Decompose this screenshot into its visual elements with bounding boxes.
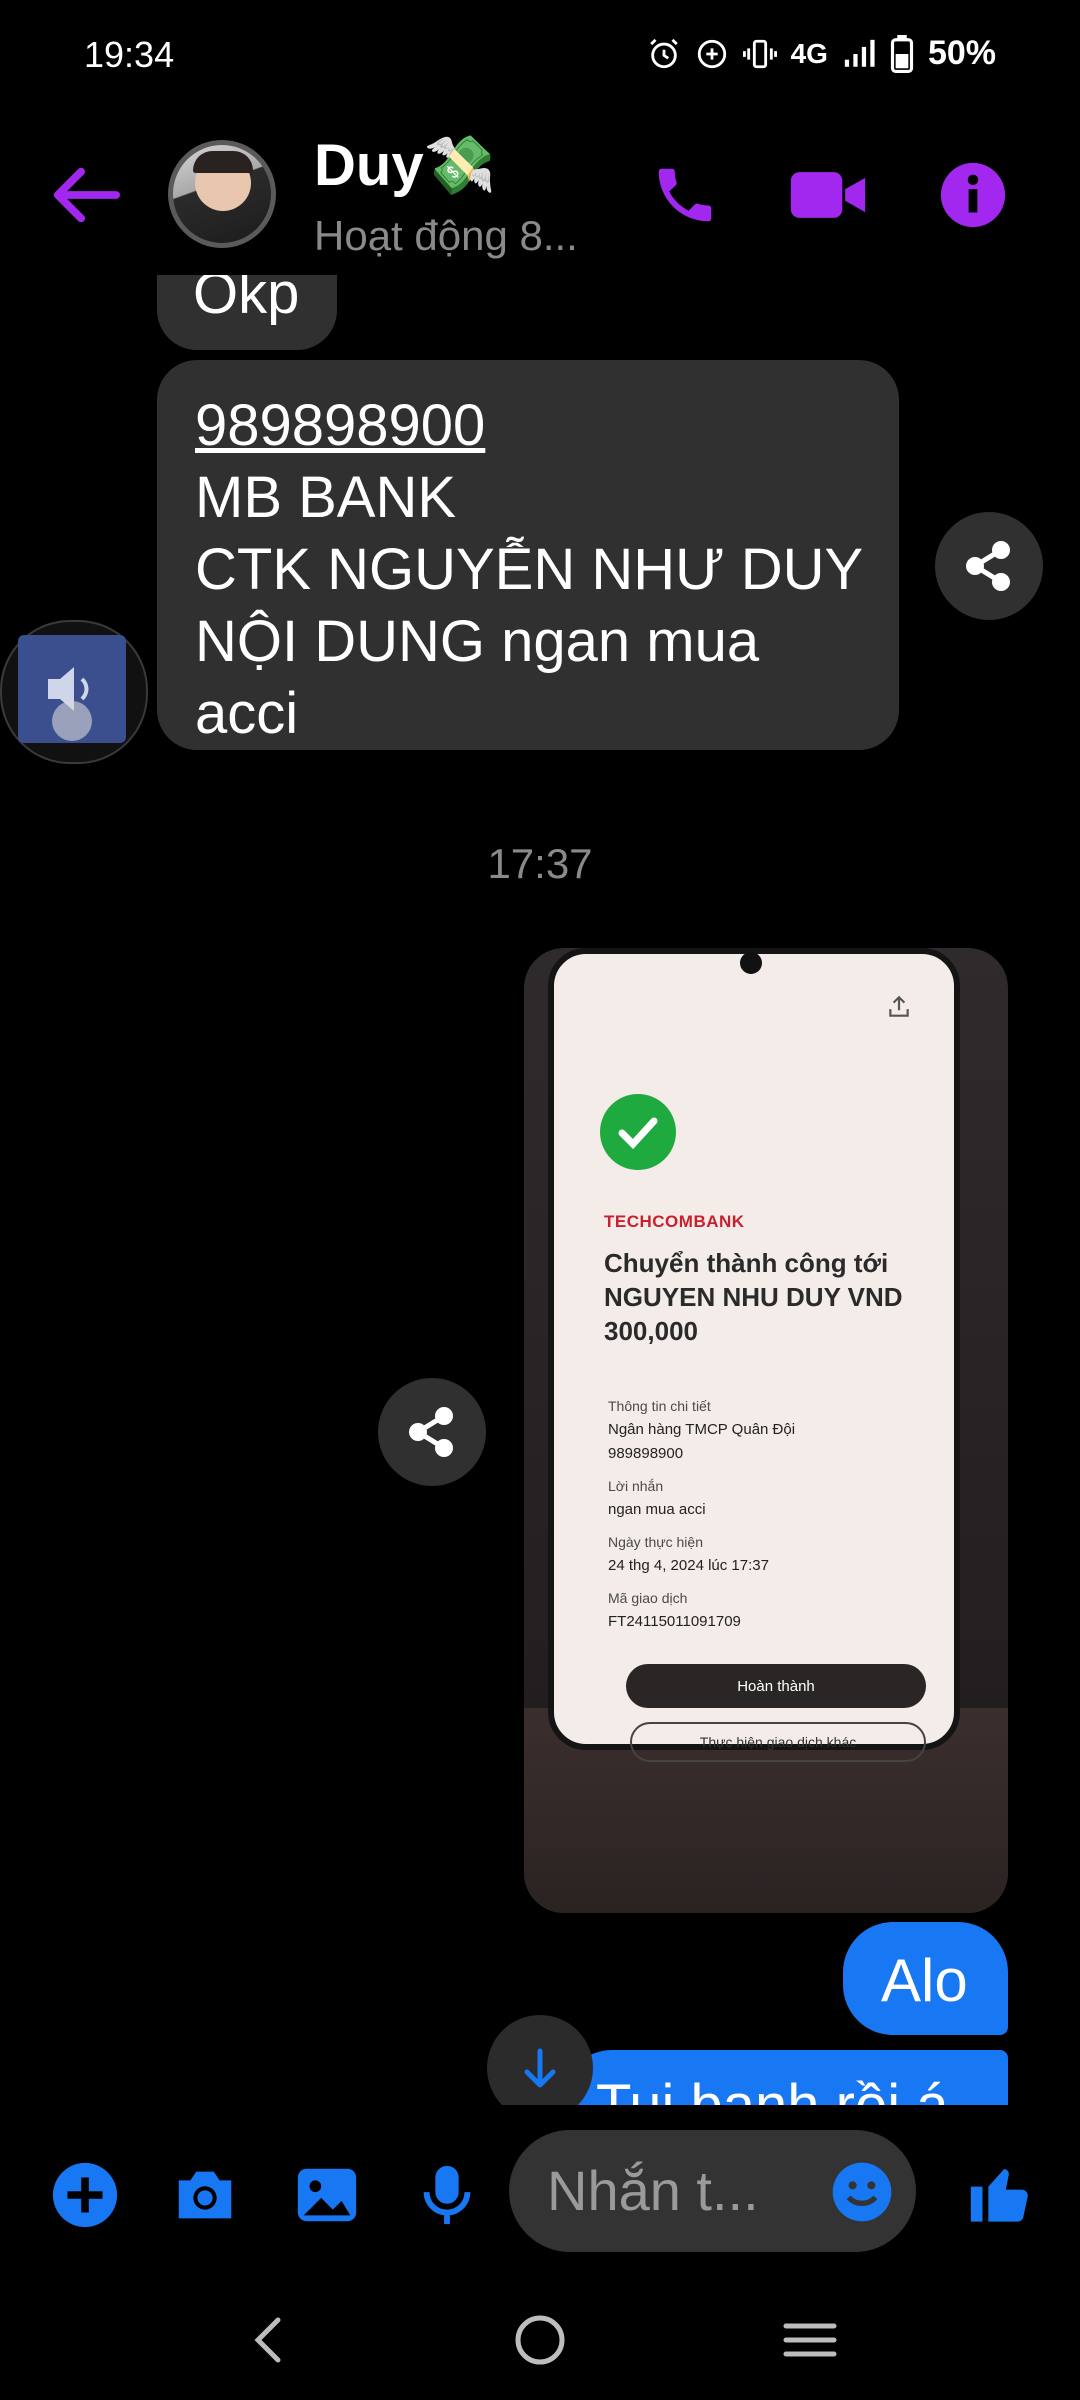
date-value: 24 thg 4, 2024 lúc 17:37 — [608, 1557, 769, 1574]
transfer-title: Chuyển thành công tới NGUYEN NHU DUY VND… — [604, 1248, 903, 1346]
phone-icon[interactable] — [650, 160, 720, 230]
message-text: Okp — [193, 275, 300, 326]
speaker-icon[interactable] — [18, 635, 126, 743]
account-number-link[interactable]: 989898900 — [195, 390, 485, 462]
bank-name: Ngân hàng TMCP Quân Đội — [608, 1421, 796, 1438]
done-button: Hoàn thành — [626, 1664, 926, 1708]
message-text: Alo — [881, 1947, 968, 2014]
upload-icon — [889, 995, 909, 1017]
note-value: ngan mua acci — [608, 1501, 706, 1518]
date-label: Ngày thực hiện — [608, 1534, 703, 1550]
message-timestamp: 17:37 — [487, 840, 593, 887]
share-icon — [966, 541, 1010, 591]
thumbs-up-icon[interactable] — [965, 2155, 1035, 2230]
nav-back-icon[interactable] — [230, 2300, 310, 2380]
txn-label: Mã giao dịch — [608, 1590, 688, 1606]
note-label: Lời nhắn — [608, 1478, 664, 1494]
info-icon[interactable] — [938, 160, 1008, 230]
contact-status: Hoạt động 8... — [314, 212, 578, 259]
arrow-down-icon — [524, 2048, 556, 2088]
back-arrow-icon[interactable] — [50, 165, 120, 225]
share-button[interactable] — [378, 1378, 486, 1486]
gallery-icon[interactable] — [292, 2160, 362, 2230]
message-text: NỘI DUNG ngan mua — [195, 609, 760, 674]
vibrate-icon — [742, 39, 777, 68]
message-list[interactable]: Okp 989898900 MB BANK CTK NGUYỄN NHƯ DUY… — [0, 275, 1080, 2105]
status-time: 19:34 — [84, 34, 175, 75]
detail-heading: Thông tin chi tiết — [608, 1398, 711, 1414]
message-bubble-incoming[interactable]: 989898900 MB BANK CTK NGUYỄN NHƯ DUY NỘI… — [157, 360, 899, 750]
message-text: Tui banh rồi á — [596, 2072, 949, 2105]
video-icon[interactable] — [788, 160, 868, 230]
nav-menu-icon[interactable] — [770, 2300, 850, 2380]
battery-icon — [890, 34, 914, 73]
bank-brand: TECHCOMBANK — [604, 1212, 745, 1231]
message-text: MB BANK — [195, 465, 457, 530]
alarm-icon — [649, 38, 678, 68]
nav-home-icon[interactable] — [500, 2300, 580, 2380]
add-icon[interactable] — [50, 2160, 120, 2230]
transfer-details: Thông tin chi tiết Ngân hàng TMCP Quân Đ… — [608, 1394, 928, 1634]
photo-message[interactable]: TECHCOMBANK Chuyển thành công tới NGUYEN… — [524, 948, 1008, 1913]
message-text: CTK NGUYỄN NHƯ DUY — [195, 537, 864, 602]
mic-icon[interactable] — [412, 2160, 482, 2230]
data-saver-icon — [697, 39, 726, 68]
battery-level: 50% — [927, 34, 996, 72]
network-type: 4G — [790, 37, 828, 69]
contact-name[interactable]: Duy💸 — [314, 132, 496, 200]
message-bubble-outgoing[interactable]: Alo — [843, 1922, 1008, 2035]
account-number: 989898900 — [608, 1445, 684, 1462]
share-button[interactable] — [935, 512, 1043, 620]
camera-icon[interactable] — [170, 2160, 240, 2230]
photo-phone-screen: TECHCOMBANK Chuyển thành công tới NGUYEN… — [548, 948, 960, 1762]
txn-value: FT24115011091709 — [608, 1613, 741, 1630]
scroll-down-button[interactable] — [487, 2015, 593, 2105]
contact-avatar[interactable] — [168, 140, 276, 248]
signal-icon — [844, 39, 875, 67]
other-transaction-button: Thực hiện giao dịch khác — [630, 1722, 926, 1762]
message-text: acci — [195, 681, 299, 746]
message-bubble-incoming[interactable]: Okp — [157, 275, 337, 350]
checkmark-icon — [600, 1094, 676, 1170]
emoji-icon[interactable] — [830, 2160, 894, 2224]
share-icon — [409, 1407, 453, 1457]
message-bubble-outgoing[interactable]: Tui banh rồi á — [562, 2050, 1008, 2105]
camera-notch — [740, 952, 762, 974]
status-icons: 4G 50% — [647, 34, 996, 73]
